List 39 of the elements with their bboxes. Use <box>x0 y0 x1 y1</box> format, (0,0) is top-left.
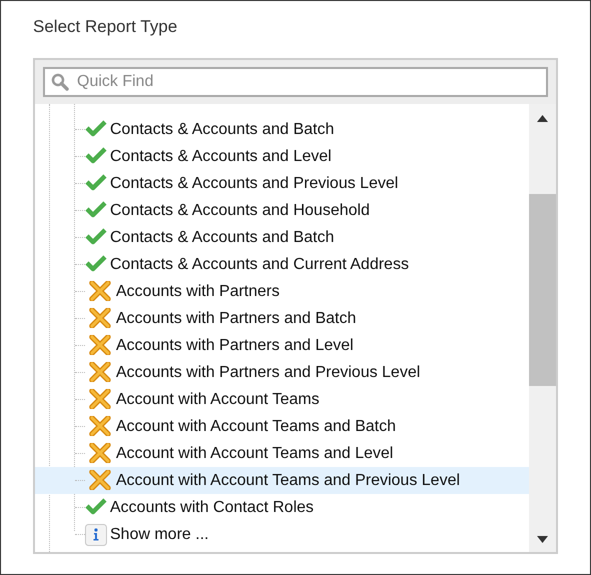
report-type-item[interactable]: Account with Account Teams and Previous Level <box>35 467 529 494</box>
cross-icon <box>89 362 111 382</box>
cross-icon <box>89 335 111 355</box>
report-type-item[interactable]: Account with Account Teams <box>35 386 529 413</box>
cross-icon <box>89 281 111 301</box>
report-type-item[interactable]: Contacts & Accounts and Household <box>35 197 529 224</box>
checkmark-icon <box>85 497 107 515</box>
checkmark-icon <box>85 227 107 245</box>
report-type-item[interactable]: Account with Account Teams and Level <box>35 440 529 467</box>
cross-icon <box>89 416 111 436</box>
report-type-item[interactable]: Show more ... <box>35 521 529 548</box>
report-type-item[interactable]: Accounts with Partners <box>35 278 529 305</box>
report-type-item[interactable]: Contacts & Accounts and Current Address <box>35 251 529 278</box>
info-icon <box>85 524 107 546</box>
report-type-item[interactable]: Accounts with Partners and Level <box>35 332 529 359</box>
report-type-item[interactable]: Contacts & Accounts and Level <box>35 143 529 170</box>
report-type-item[interactable]: Accounts with Partners and Batch <box>35 305 529 332</box>
cross-icon <box>89 389 111 409</box>
panel-heading: Select Report Type <box>33 16 178 38</box>
cross-icon <box>89 470 111 490</box>
search-field[interactable]: Quick Find <box>43 67 548 97</box>
checkmark-icon <box>85 254 107 272</box>
scrollbar-thumb[interactable] <box>529 194 556 386</box>
scroll-down-icon[interactable] <box>537 536 548 543</box>
search-icon <box>51 73 69 91</box>
checkmark-icon <box>85 200 107 218</box>
checkmark-icon <box>85 173 107 191</box>
cross-icon <box>89 443 111 463</box>
report-type-item[interactable]: Account with Account Teams and Batch <box>35 413 529 440</box>
report-type-item[interactable]: Accounts with Contact Roles <box>35 494 529 521</box>
report-type-item[interactable]: Accounts with Partners and Previous Level <box>35 359 529 386</box>
report-type-item[interactable]: Contacts & Accounts and Batch <box>35 116 529 143</box>
scrollbar[interactable] <box>529 104 556 552</box>
cross-icon <box>89 308 111 328</box>
report-type-item[interactable]: Contacts & Accounts and Batch <box>35 224 529 251</box>
checkmark-icon <box>85 119 107 137</box>
checkmark-icon <box>85 146 107 164</box>
scroll-up-icon[interactable] <box>537 115 548 122</box>
report-type-item[interactable]: Contacts & Accounts and Previous Level <box>35 170 529 197</box>
